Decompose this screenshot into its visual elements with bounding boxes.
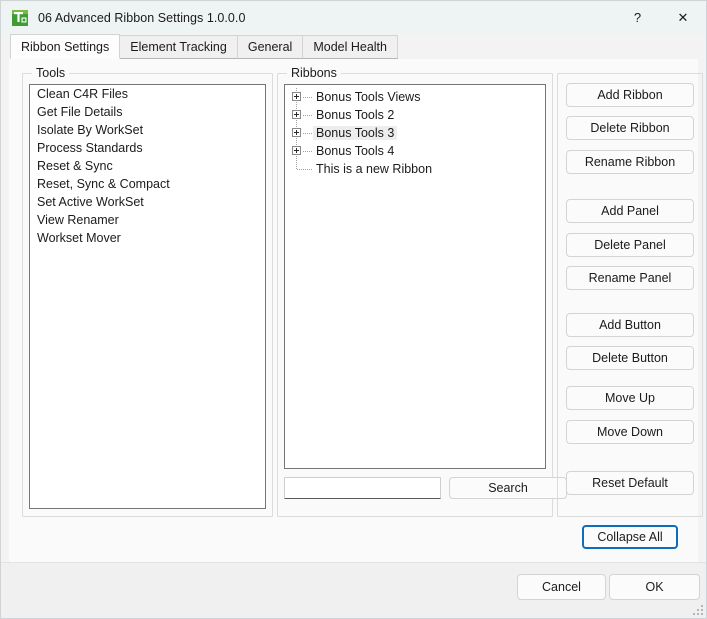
tab-element-tracking[interactable]: Element Tracking (119, 35, 238, 59)
close-button[interactable]: ✕ (660, 1, 706, 34)
list-item[interactable]: Reset & Sync (30, 157, 265, 175)
add-ribbon-button[interactable]: Add Ribbon (566, 83, 694, 107)
tree-item-label: Bonus Tools 4 (313, 144, 397, 158)
tree-item-label: This is a new Ribbon (313, 162, 435, 176)
expand-plus-icon[interactable] (292, 92, 301, 101)
list-item[interactable]: Reset, Sync & Compact (30, 175, 265, 193)
tree-item-bonus-tools-4[interactable]: Bonus Tools 4 (285, 142, 545, 160)
tree-item-label: Bonus Tools 3 (313, 126, 397, 140)
move-up-button[interactable]: Move Up (566, 386, 694, 410)
tree-expander-cell[interactable] (291, 88, 313, 106)
window-title: 06 Advanced Ribbon Settings 1.0.0.0 (38, 11, 245, 25)
list-item[interactable]: Isolate By WorkSet (30, 121, 265, 139)
delete-button-button[interactable]: Delete Button (566, 346, 694, 370)
ribbons-group-label: Ribbons (287, 66, 341, 80)
tree-item-bonus-tools-3[interactable]: Bonus Tools 3 (285, 124, 545, 142)
list-item[interactable]: Get File Details (30, 103, 265, 121)
tools-group-label: Tools (32, 66, 69, 80)
expand-plus-icon[interactable] (292, 110, 301, 119)
tree-leaf-cell (291, 160, 313, 178)
delete-panel-button[interactable]: Delete Panel (566, 233, 694, 257)
tab-general[interactable]: General (237, 35, 303, 59)
collapse-all-button[interactable]: Collapse All (582, 525, 678, 549)
tree-expander-cell[interactable] (291, 106, 313, 124)
tree-expander-cell[interactable] (291, 142, 313, 160)
dialog-footer: Cancel OK (1, 562, 706, 618)
add-panel-button[interactable]: Add Panel (566, 199, 694, 223)
title-bar: 06 Advanced Ribbon Settings 1.0.0.0 ? ✕ (1, 1, 706, 34)
tree-item-this-is-a-new-ribbon[interactable]: This is a new Ribbon (285, 160, 545, 178)
list-item[interactable]: View Renamer (30, 211, 265, 229)
list-item[interactable]: Clean C4R Files (30, 85, 265, 103)
delete-ribbon-button[interactable]: Delete Ribbon (566, 116, 694, 140)
expand-plus-icon[interactable] (292, 146, 301, 155)
window-controls: ? ✕ (615, 1, 706, 34)
tab-ribbon-settings[interactable]: Ribbon Settings (10, 34, 120, 59)
tree-expander-cell[interactable] (291, 124, 313, 142)
tree-item-bonus-tools-views[interactable]: Bonus Tools Views (285, 88, 545, 106)
ribbons-treeview[interactable]: Bonus Tools Views Bonus Tools 2 (284, 84, 546, 469)
cancel-button[interactable]: Cancel (517, 574, 606, 600)
help-button[interactable]: ? (615, 1, 660, 34)
tools-listbox[interactable]: Clean C4R Files Get File Details Isolate… (29, 84, 266, 509)
tab-strip: Ribbon Settings Element Tracking General… (1, 34, 706, 59)
list-item[interactable]: Process Standards (30, 139, 265, 157)
rename-panel-button[interactable]: Rename Panel (566, 266, 694, 290)
tab-model-health[interactable]: Model Health (302, 35, 398, 59)
rename-ribbon-button[interactable]: Rename Ribbon (566, 150, 694, 174)
reset-default-button[interactable]: Reset Default (566, 471, 694, 495)
resize-grip-icon[interactable] (692, 604, 703, 615)
tree-item-label: Bonus Tools Views (313, 90, 423, 104)
expand-plus-icon[interactable] (292, 128, 301, 137)
tab-page-ribbon-settings: Tools Clean C4R Files Get File Details I… (9, 58, 698, 562)
search-button[interactable]: Search (449, 477, 567, 499)
app-logo-icon (11, 9, 29, 27)
tree-item-label: Bonus Tools 2 (313, 108, 397, 122)
ok-button[interactable]: OK (609, 574, 700, 600)
list-item[interactable]: Set Active WorkSet (30, 193, 265, 211)
search-input[interactable] (284, 477, 441, 499)
add-button-button[interactable]: Add Button (566, 313, 694, 337)
tree-item-bonus-tools-2[interactable]: Bonus Tools 2 (285, 106, 545, 124)
dialog-window: 06 Advanced Ribbon Settings 1.0.0.0 ? ✕ … (0, 0, 707, 619)
move-down-button[interactable]: Move Down (566, 420, 694, 444)
list-item[interactable]: Workset Mover (30, 229, 265, 247)
